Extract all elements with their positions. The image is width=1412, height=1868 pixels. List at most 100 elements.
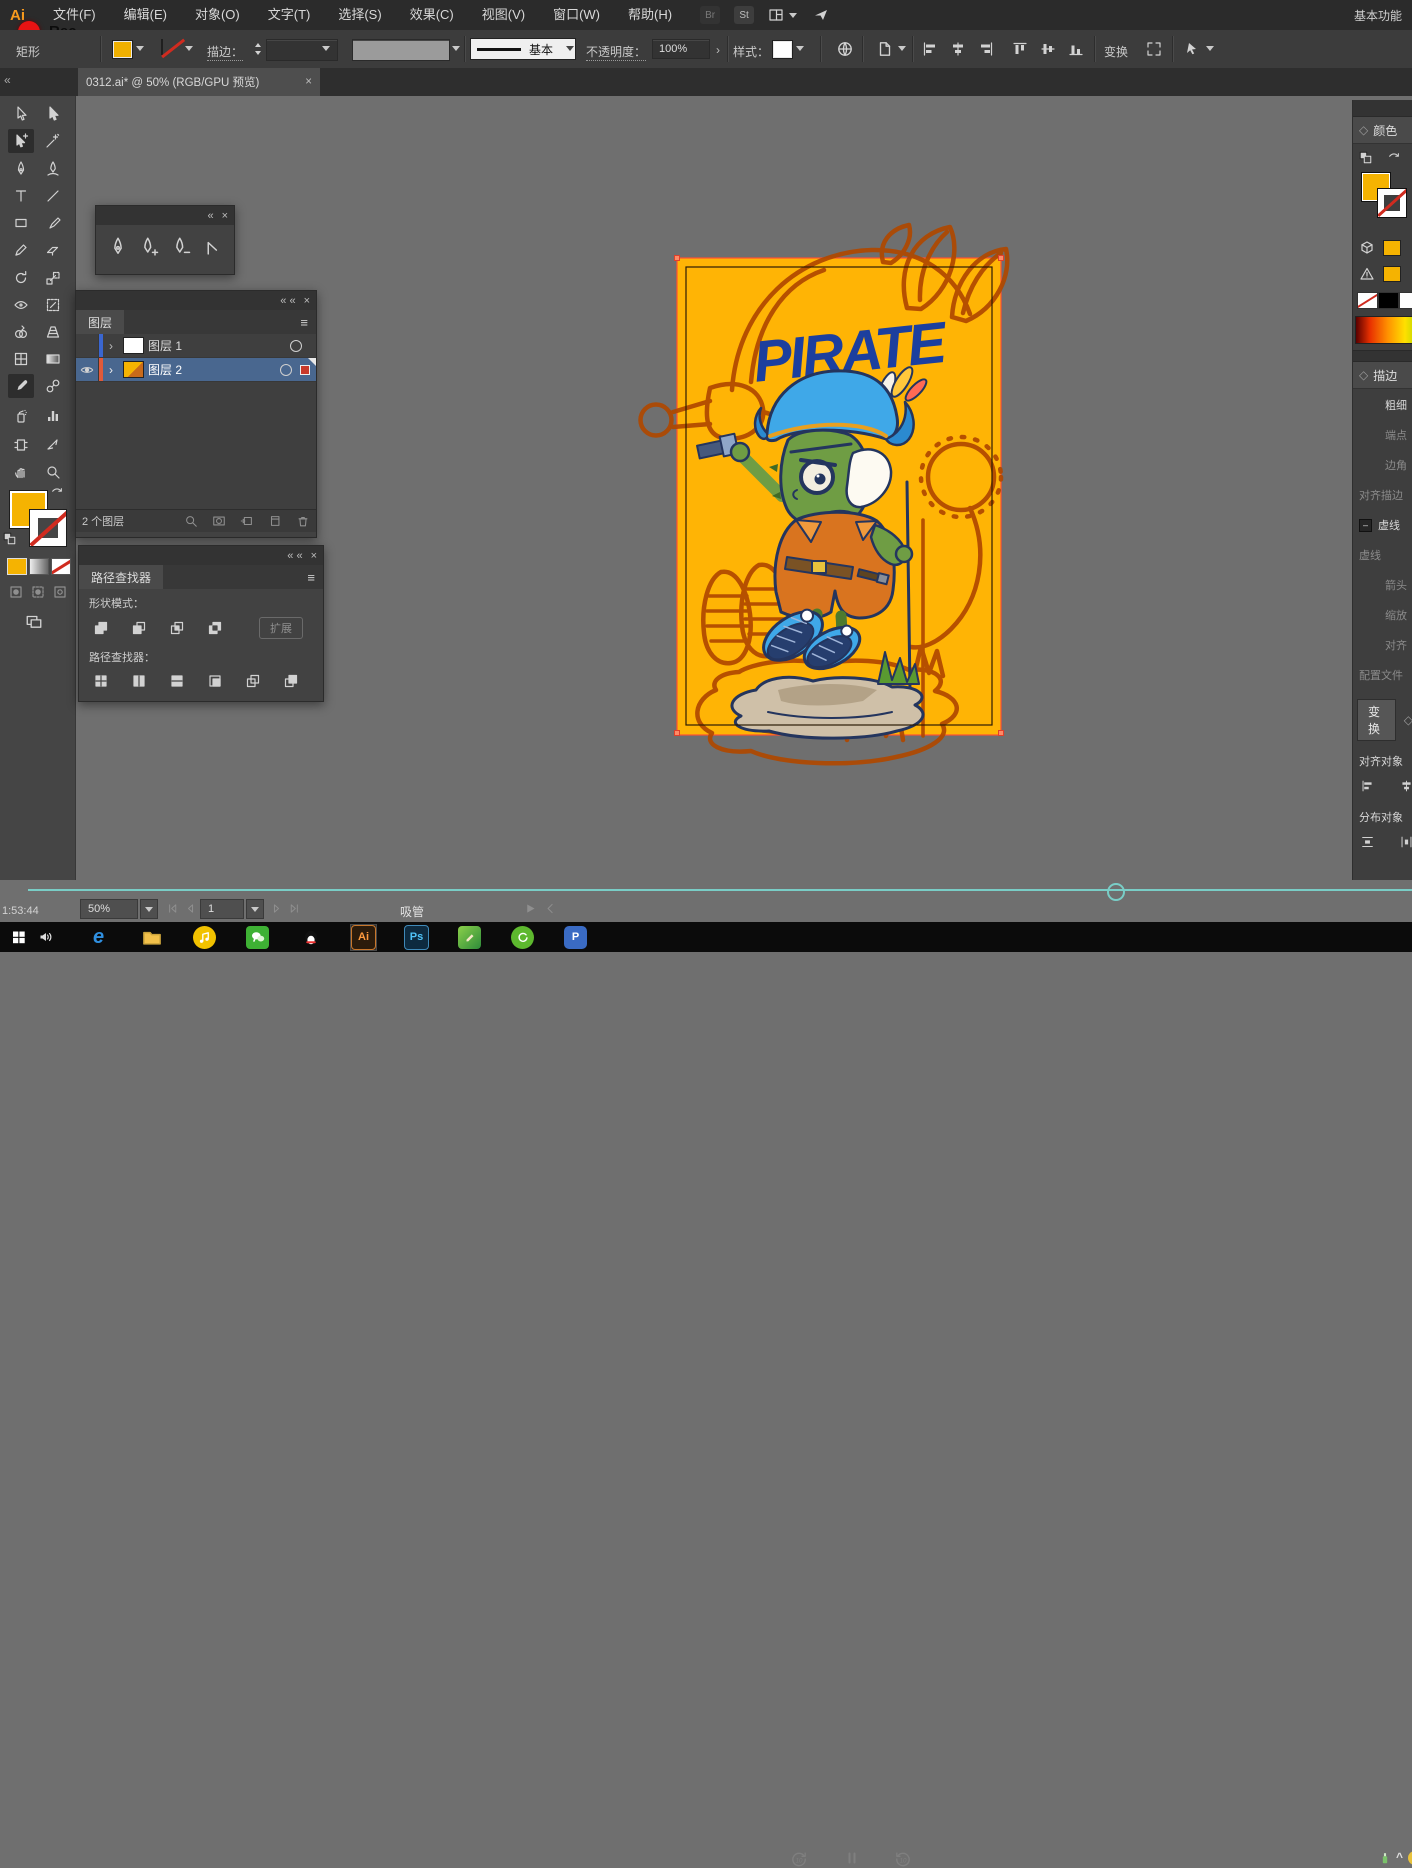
next-artboard-icon[interactable] bbox=[270, 902, 283, 915]
select-similar-icon[interactable] bbox=[1184, 41, 1200, 57]
align-objects-center-icon[interactable] bbox=[1400, 777, 1412, 795]
shaper-tool[interactable] bbox=[40, 238, 66, 262]
fill-color-swatch[interactable] bbox=[112, 40, 133, 59]
menu-window[interactable]: 窗口(W) bbox=[539, 0, 614, 30]
tray-partial-icon[interactable] bbox=[1408, 1851, 1412, 1865]
paint-app-taskbar-item[interactable] bbox=[457, 925, 482, 950]
layer-thumbnail[interactable] bbox=[123, 337, 144, 354]
distribute-vertical-icon[interactable] bbox=[1361, 833, 1374, 851]
qqmusic-taskbar-item[interactable] bbox=[192, 925, 217, 950]
zoom-level-box[interactable]: 50% bbox=[80, 899, 138, 919]
free-transform-tool[interactable] bbox=[40, 293, 66, 317]
expand-button[interactable]: 扩展 bbox=[259, 617, 303, 639]
locate-object-icon[interactable] bbox=[184, 514, 198, 528]
close-panel-icon[interactable]: × bbox=[311, 550, 317, 562]
shape-builder-tool[interactable] bbox=[8, 320, 34, 344]
gradient-mode-button[interactable] bbox=[29, 558, 49, 575]
stroke-weight-row[interactable]: 粗细 bbox=[1353, 397, 1407, 413]
add-anchor-point-icon[interactable] bbox=[139, 237, 159, 257]
pause-icon[interactable] bbox=[844, 1850, 860, 1866]
layer-row-1[interactable]: › 图层 1 bbox=[76, 334, 316, 358]
safe360-taskbar-item[interactable] bbox=[510, 925, 535, 950]
eyedropper-tool[interactable] bbox=[8, 374, 34, 398]
magic-wand-tool[interactable] bbox=[40, 129, 66, 153]
screen-mode-icon[interactable] bbox=[24, 612, 44, 630]
dock-header[interactable] bbox=[1353, 100, 1412, 117]
explorer-taskbar-item[interactable] bbox=[139, 925, 164, 950]
edge-taskbar-item[interactable]: e bbox=[86, 925, 111, 950]
target-circle-icon[interactable] bbox=[280, 364, 292, 376]
share-icon[interactable] bbox=[813, 7, 829, 23]
divide-button[interactable] bbox=[89, 671, 113, 691]
pencil-tool[interactable] bbox=[8, 238, 34, 262]
brush-caret-icon[interactable] bbox=[452, 46, 460, 51]
stroke-panel-tab[interactable]: ◇描边 bbox=[1353, 362, 1412, 389]
powerpoint-taskbar-item[interactable]: P bbox=[563, 925, 588, 950]
menu-edit[interactable]: 编辑(E) bbox=[110, 0, 181, 30]
line-segment-tool[interactable] bbox=[40, 184, 66, 208]
wechat-taskbar-item[interactable] bbox=[245, 925, 270, 950]
transform-tab[interactable]: 变换 bbox=[1357, 699, 1396, 741]
layer-thumbnail[interactable] bbox=[123, 361, 144, 378]
stroke-caret-icon[interactable] bbox=[185, 46, 193, 51]
stroke-color-proxy[interactable] bbox=[1377, 188, 1407, 218]
stroke-color-proxy[interactable] bbox=[29, 509, 67, 547]
select-similar-caret-icon[interactable] bbox=[1206, 46, 1214, 51]
close-document-icon[interactable]: × bbox=[305, 76, 312, 88]
make-mask-icon[interactable] bbox=[212, 514, 226, 528]
zoom-caret-box[interactable] bbox=[140, 899, 158, 919]
layers-tab[interactable]: 图层 bbox=[76, 310, 124, 334]
crop-button[interactable] bbox=[203, 671, 227, 691]
group-selection-tool[interactable] bbox=[8, 129, 34, 153]
none-chip[interactable] bbox=[1357, 292, 1378, 309]
align-left-icon[interactable] bbox=[922, 41, 938, 57]
gradient-tool[interactable] bbox=[40, 347, 66, 371]
artboard-tool[interactable] bbox=[8, 433, 34, 457]
align-right-icon[interactable] bbox=[978, 41, 994, 57]
align-objects-left-icon[interactable] bbox=[1361, 777, 1374, 795]
menu-select[interactable]: 选择(S) bbox=[324, 0, 395, 30]
layer-name[interactable]: 图层 1 bbox=[148, 337, 182, 354]
out-of-web-icon[interactable] bbox=[1359, 240, 1375, 256]
black-chip[interactable] bbox=[1378, 292, 1399, 309]
pen-tool[interactable] bbox=[8, 157, 34, 181]
bridge-badge[interactable]: Br bbox=[700, 6, 720, 24]
stroke-variable-width-profile[interactable]: 基本 bbox=[470, 38, 576, 60]
stroke-weight-caret-icon[interactable] bbox=[322, 46, 330, 51]
curvature-tool[interactable] bbox=[40, 157, 66, 181]
paintbrush-tool[interactable] bbox=[40, 211, 66, 235]
graphic-style-swatch[interactable] bbox=[772, 40, 793, 59]
pen-tool-icon[interactable] bbox=[108, 237, 128, 257]
pathfinder-tab[interactable]: 路径查找器 bbox=[79, 565, 163, 589]
document-setup-icon[interactable] bbox=[876, 40, 894, 58]
collapse-panel-icon[interactable]: « « bbox=[280, 295, 295, 307]
first-artboard-icon[interactable] bbox=[166, 902, 179, 915]
width-tool[interactable] bbox=[8, 293, 34, 317]
qq-taskbar-item[interactable] bbox=[298, 925, 323, 950]
rewind-10-icon[interactable]: 10 bbox=[790, 1850, 808, 1868]
expand-chevron-icon[interactable]: › bbox=[103, 363, 119, 377]
stroke-weight-stepper[interactable] bbox=[250, 41, 266, 57]
web-safe-swatch[interactable] bbox=[1383, 240, 1401, 256]
artwork-canvas[interactable]: PIRATE bbox=[620, 220, 1020, 770]
visibility-toggle[interactable] bbox=[76, 334, 99, 357]
perspective-grid-tool[interactable] bbox=[40, 320, 66, 344]
intersect-button[interactable] bbox=[165, 618, 189, 638]
none-mode-button[interactable] bbox=[51, 558, 71, 575]
close-panel-icon[interactable]: × bbox=[222, 210, 228, 222]
white-chip[interactable] bbox=[1399, 292, 1412, 309]
layer-name[interactable]: 图层 2 bbox=[148, 361, 182, 378]
recorder-progress-line[interactable] bbox=[28, 889, 1412, 891]
color-panel-tab[interactable]: ◇颜色 bbox=[1353, 117, 1412, 144]
minus-front-button[interactable] bbox=[127, 618, 151, 638]
fill-caret-icon[interactable] bbox=[136, 46, 144, 51]
default-fill-stroke-icon[interactable] bbox=[3, 532, 16, 545]
arrange-caret-icon[interactable] bbox=[789, 13, 797, 18]
dashed-line-checkbox[interactable]: – bbox=[1359, 519, 1372, 532]
symbol-sprayer-tool[interactable] bbox=[8, 404, 34, 428]
slice-tool[interactable] bbox=[40, 433, 66, 457]
tray-chevron-icon[interactable]: ^ bbox=[1396, 1850, 1403, 1864]
zoom-tool[interactable] bbox=[40, 460, 66, 484]
anchor-point-tool-icon[interactable] bbox=[202, 237, 222, 257]
menu-help[interactable]: 帮助(H) bbox=[614, 0, 686, 30]
